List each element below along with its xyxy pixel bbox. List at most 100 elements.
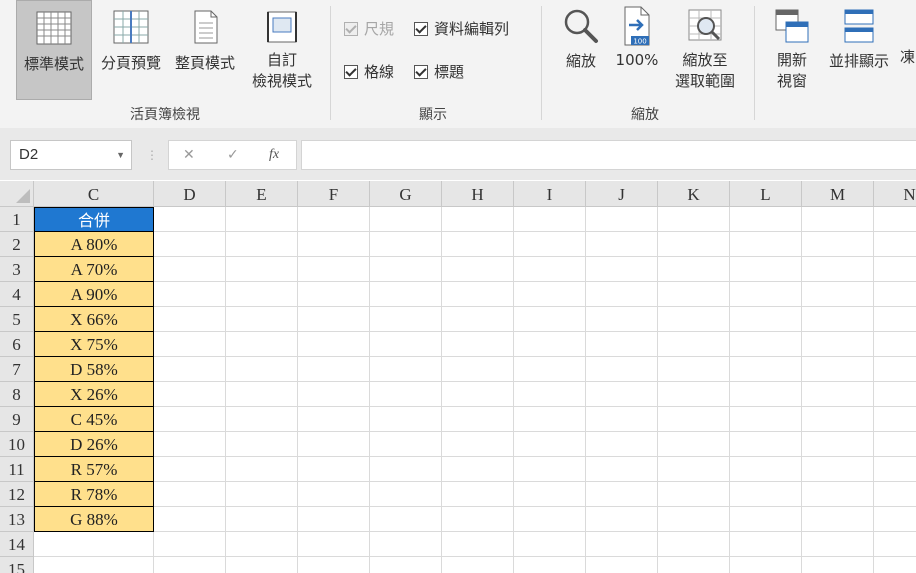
row-header-8[interactable]: 8 [0,382,34,407]
custom-views-icon [267,11,297,43]
cell-c5[interactable]: X 66% [34,307,154,332]
row-header-11[interactable]: 11 [0,457,34,482]
page-break-preview-label: 分頁預覽 [100,54,161,72]
page-layout-icon [194,10,218,44]
name-box-value: D2 [19,146,39,163]
gridline [369,207,370,573]
gridlines-label: 格線 [364,63,395,81]
custom-views-button[interactable]: 自訂 檢視模式 [246,0,318,100]
cell-c12[interactable]: R 78% [34,482,154,507]
gridline [801,207,802,573]
new-window-icon [775,9,809,43]
row-header-13[interactable]: 13 [0,507,34,532]
cell-c2[interactable]: A 80% [34,232,154,257]
drag-handle-icon[interactable]: ⋮ [146,148,158,162]
row-header-2[interactable]: 2 [0,232,34,257]
enter-icon[interactable]: ✓ [227,147,239,163]
name-box[interactable]: D2 ▼ [10,140,132,170]
gridline [225,207,226,573]
worksheet-grid[interactable]: C D E F G H I J K L M N 1 2 3 4 5 6 7 8 9 10 11 12 13 14 15 合併 A 80%… [0,181,916,573]
gridline [34,356,916,357]
column-header-g[interactable]: G [370,181,442,207]
gridline [34,381,916,382]
row-header-4[interactable]: 4 [0,282,34,307]
row-header-14[interactable]: 14 [0,532,34,557]
ribbon-view-tab: 標準模式 分頁預覽 整頁模式 自訂 檢視模式 活頁簿檢視 尺規 資料編輯列 格線… [0,0,916,128]
checkbox-box [414,64,428,79]
gridline [34,331,916,332]
formula-bar-checkbox[interactable]: 資料編輯列 [414,18,509,39]
cell-c13[interactable]: G 88% [34,507,154,532]
group-separator [330,6,331,120]
row-header-15[interactable]: 15 [0,557,34,573]
chevron-down-icon[interactable]: ▼ [116,141,125,169]
cell-c4[interactable]: A 90% [34,282,154,307]
column-header-l[interactable]: L [730,181,802,207]
cell-c9[interactable]: C 45% [34,407,154,432]
column-header-i[interactable]: I [514,181,586,207]
gridline [297,207,298,573]
page-break-preview-button[interactable]: 分頁預覽 [96,0,166,100]
cell-c6[interactable]: X 75% [34,332,154,357]
column-header-m[interactable]: M [802,181,874,207]
cell-c8[interactable]: X 26% [34,382,154,407]
gridline [585,207,586,573]
cell-c10[interactable]: D 26% [34,432,154,457]
zoom-to-selection-button[interactable]: 縮放至 選取範圍 [668,0,742,100]
gridline [729,207,730,573]
column-header-k[interactable]: K [658,181,730,207]
cell-c7[interactable]: D 58% [34,357,154,382]
cell-c11[interactable]: R 57% [34,457,154,482]
gridline [513,207,514,573]
page-layout-button[interactable]: 整頁模式 [170,0,240,100]
column-header-h[interactable]: H [442,181,514,207]
arrange-all-icon [844,9,874,43]
group-label-show: 顯示 [419,107,447,123]
column-header-f[interactable]: F [298,181,370,207]
gridline [34,306,916,307]
normal-view-button[interactable]: 標準模式 [16,0,92,100]
select-all-button[interactable] [0,181,34,207]
headings-checkbox[interactable]: 標題 [414,61,464,82]
gridline [34,231,916,232]
page-break-preview-icon [113,10,149,44]
zoom-to-selection-label-1: 縮放至 [682,51,728,69]
column-header-d[interactable]: D [154,181,226,207]
custom-views-label-2: 檢視模式 [251,72,312,90]
zoom-100-label: 100% [615,51,659,69]
column-header-n[interactable]: N [874,181,916,207]
column-header-e[interactable]: E [226,181,298,207]
insert-function-icon[interactable]: fx [269,147,279,163]
group-label-zoom: 縮放 [631,107,659,123]
checkbox-box [344,21,358,36]
row-header-12[interactable]: 12 [0,482,34,507]
freeze-panes-button[interactable]: 凍 [900,46,916,76]
arrange-all-button[interactable]: 並排顯示 [822,0,896,100]
row-header-9[interactable]: 9 [0,407,34,432]
new-window-button[interactable]: 開新 視窗 [768,0,816,100]
column-header-j[interactable]: J [586,181,658,207]
formula-input[interactable] [301,140,916,170]
gridlines-checkbox[interactable]: 格線 [344,61,394,82]
formula-controls: ✕ ✓ fx [168,140,297,170]
group-label-workbook-views: 活頁簿檢視 [130,107,200,123]
cancel-icon[interactable]: ✕ [183,147,195,163]
zoom-100-button[interactable]: 100 100% [612,0,662,100]
checkbox-box [414,21,428,36]
row-header-7[interactable]: 7 [0,357,34,382]
zoom-button[interactable]: 縮放 [556,0,606,100]
group-separator [541,6,542,120]
cell-c1-merged-header[interactable]: 合併 [34,207,154,232]
row-header-1[interactable]: 1 [0,207,34,232]
ruler-checkbox[interactable]: 尺規 [344,18,394,39]
row-header-10[interactable]: 10 [0,432,34,457]
gridline [34,256,916,257]
new-window-label-1: 開新 [776,51,807,69]
gridline [34,481,916,482]
row-header-5[interactable]: 5 [0,307,34,332]
row-header-3[interactable]: 3 [0,257,34,282]
row-header-6[interactable]: 6 [0,332,34,357]
column-header-c[interactable]: C [34,181,154,207]
ruler-label: 尺規 [364,20,395,38]
cell-c3[interactable]: A 70% [34,257,154,282]
